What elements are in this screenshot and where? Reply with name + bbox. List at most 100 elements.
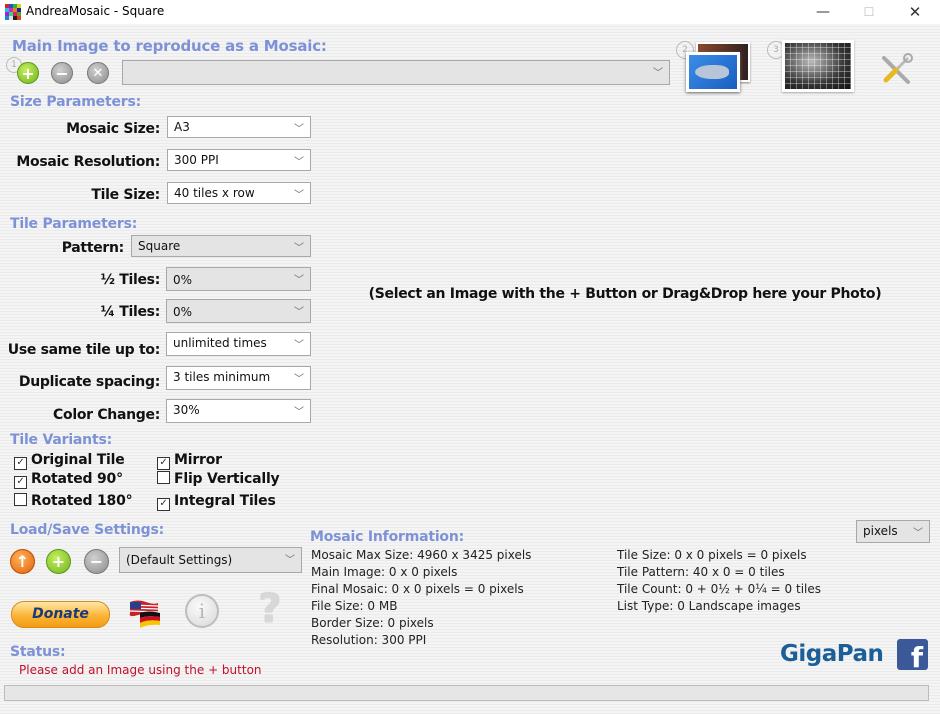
language-button[interactable] xyxy=(128,599,162,629)
load-save-heading: Load/Save Settings: xyxy=(10,522,165,538)
mosaic-resolution-select[interactable]: 300 PPI ﹀ xyxy=(167,149,311,171)
rotated-90-checkbox[interactable]: ✓ Rotated 90° xyxy=(14,471,123,489)
save-settings-button[interactable]: + xyxy=(46,549,71,574)
main-image-heading: Main Image to reproduce as a Mosaic: xyxy=(12,37,327,55)
flip-vertically-checkbox[interactable]: Flip Vertically xyxy=(157,471,280,487)
info-main-image: Main Image: 0 x 0 pixels xyxy=(311,565,458,579)
mirror-checkbox[interactable]: ✓ Mirror xyxy=(157,452,222,470)
settings-tools-button[interactable] xyxy=(878,52,914,88)
mosaic-preview-icon xyxy=(785,43,851,89)
minus-icon: − xyxy=(89,552,104,571)
minus-icon: − xyxy=(55,63,69,83)
gigapan-link[interactable]: GigaPan xyxy=(780,641,884,667)
mosaic-size-label: Mosaic Size: xyxy=(66,121,160,137)
info-tile-count: Tile Count: 0 + 0½ + 0¼ = 0 tiles xyxy=(617,582,821,596)
chevron-down-icon: ﹀ xyxy=(294,124,304,135)
same-tile-select[interactable]: unlimited times ﹀ xyxy=(166,332,311,356)
info-border-size: Border Size: 0 pixels xyxy=(311,616,434,630)
help-button[interactable]: ? xyxy=(255,587,285,631)
half-tiles-select[interactable]: 0% ﹀ xyxy=(166,267,311,291)
wrench-screwdriver-icon xyxy=(882,53,913,84)
units-select[interactable]: pixels ﹀ xyxy=(856,520,930,543)
create-mosaic-button[interactable] xyxy=(782,40,854,92)
info-tile-size: Tile Size: 0 x 0 pixels = 0 pixels xyxy=(617,548,807,562)
remove-image-button[interactable]: − xyxy=(51,62,73,84)
color-change-select[interactable]: 30% ﹀ xyxy=(166,399,311,423)
facebook-link[interactable]: f xyxy=(897,639,928,670)
checkbox-icon: ✓ xyxy=(157,498,170,511)
chevron-down-icon: ﹀ xyxy=(294,190,304,201)
chevron-down-icon: ﹀ xyxy=(294,340,304,351)
mosaic-info-left: Mosaic Max Size: 4960 x 3425 pixels Main… xyxy=(311,547,531,649)
chevron-down-icon: ﹀ xyxy=(294,243,304,254)
question-mark-icon: ? xyxy=(258,586,282,632)
delete-settings-button[interactable]: − xyxy=(84,549,109,574)
info-list-type: List Type: 0 Landscape images xyxy=(617,599,801,613)
checkbox-icon: ✓ xyxy=(14,457,27,470)
chevron-down-icon: ﹀ xyxy=(294,374,304,385)
chevron-down-icon: ﹀ xyxy=(294,157,304,168)
pattern-select[interactable]: Square ﹀ xyxy=(131,235,311,257)
info-icon: i xyxy=(198,599,206,623)
facebook-icon: f xyxy=(910,641,923,670)
settings-preset-select[interactable]: (Default Settings) ﹀ xyxy=(119,547,302,573)
pattern-label: Pattern: xyxy=(61,240,125,256)
plus-icon: + xyxy=(51,552,66,571)
size-parameters-heading: Size Parameters: xyxy=(10,94,141,110)
x-icon: ✕ xyxy=(92,65,104,81)
original-tile-checkbox[interactable]: ✓ Original Tile xyxy=(14,452,125,470)
mosaic-info-right: Tile Size: 0 x 0 pixels = 0 pixels Tile … xyxy=(617,547,821,615)
load-settings-button[interactable]: ↑ xyxy=(10,549,35,574)
arrow-up-icon: ↑ xyxy=(15,552,30,571)
status-message: Please add an Image using the + button xyxy=(19,663,262,677)
drop-area-hint: (Select an Image with the + Button or Dr… xyxy=(368,286,882,302)
rotated-180-checkbox[interactable]: Rotated 180° xyxy=(14,493,133,509)
info-final-mosaic: Final Mosaic: 0 x 0 pixels = 0 pixels xyxy=(311,582,524,596)
chevron-down-icon: ﹀ xyxy=(294,275,304,286)
maximize-button[interactable]: ☐ xyxy=(846,0,892,24)
close-button[interactable]: ✕ xyxy=(892,0,938,24)
add-image-button[interactable]: + xyxy=(17,62,39,84)
mosaic-size-select[interactable]: A3 ﹀ xyxy=(167,116,311,138)
duplicate-spacing-select[interactable]: 3 tiles minimum ﹀ xyxy=(166,366,311,390)
info-max-size: Mosaic Max Size: 4960 x 3425 pixels xyxy=(311,548,532,562)
tiles-folder-button[interactable] xyxy=(686,52,740,92)
info-tile-pattern: Tile Pattern: 40 x 0 = 0 tiles xyxy=(617,565,785,579)
tile-parameters-heading: Tile Parameters: xyxy=(10,216,138,232)
plus-icon: + xyxy=(21,63,35,83)
tile-size-label: Tile Size: xyxy=(91,187,160,203)
window-title: AndreaMosaic - Square xyxy=(26,4,165,18)
duplicate-spacing-label: Duplicate spacing: xyxy=(18,374,160,390)
flag-icon xyxy=(129,600,160,628)
title-bar: AndreaMosaic - Square — ☐ ✕ xyxy=(0,0,940,24)
same-tile-label: Use same tile up to: xyxy=(7,342,161,358)
quarter-tiles-label: ¼ Tiles: xyxy=(100,304,160,320)
integral-tiles-checkbox[interactable]: ✓ Integral Tiles xyxy=(157,493,276,511)
tile-variants-heading: Tile Variants: xyxy=(10,432,112,448)
chevron-down-icon: ﹀ xyxy=(285,555,295,566)
image-drop-area[interactable]: (Select an Image with the + Button or Dr… xyxy=(320,206,930,386)
mosaic-info-heading: Mosaic Information: xyxy=(310,529,465,545)
info-file-size: File Size: 0 MB xyxy=(311,599,398,613)
chevron-down-icon: ﹀ xyxy=(294,407,304,418)
dolphin-photo-icon xyxy=(695,65,729,79)
half-tiles-label: ½ Tiles: xyxy=(100,272,160,288)
chevron-down-icon: ﹀ xyxy=(294,307,304,318)
main-window: Main Image to reproduce as a Mosaic: 1 +… xyxy=(0,24,940,714)
progress-bar xyxy=(4,685,929,701)
minimize-button[interactable]: — xyxy=(800,0,846,24)
checkbox-icon xyxy=(14,493,27,506)
chevron-down-icon: ﹀ xyxy=(913,528,923,539)
checkbox-icon: ✓ xyxy=(157,457,170,470)
donate-button[interactable]: Donate xyxy=(11,601,110,628)
app-logo-icon xyxy=(5,4,21,20)
info-resolution: Resolution: 300 PPI xyxy=(311,633,427,647)
info-button[interactable]: i xyxy=(185,594,219,628)
color-change-label: Color Change: xyxy=(53,407,160,423)
clear-image-button[interactable]: ✕ xyxy=(87,62,109,84)
main-image-path-select[interactable]: ﹀ xyxy=(122,60,670,85)
tile-size-select[interactable]: 40 tiles x row ﹀ xyxy=(167,182,311,204)
status-heading: Status: xyxy=(10,644,66,660)
checkbox-icon xyxy=(157,471,170,484)
quarter-tiles-select[interactable]: 0% ﹀ xyxy=(166,299,311,323)
